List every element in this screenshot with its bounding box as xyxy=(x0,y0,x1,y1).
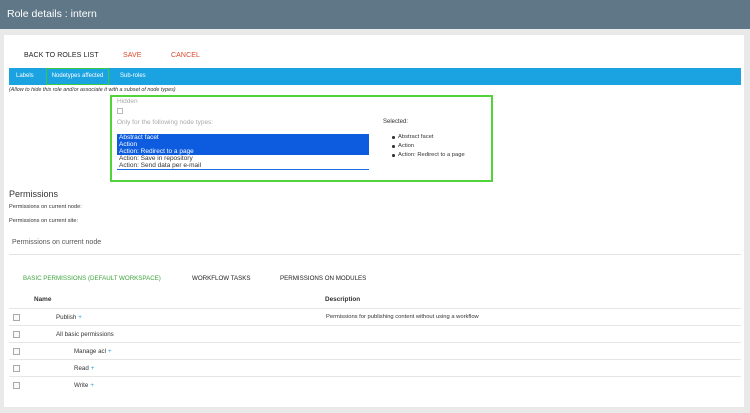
nodetype-option[interactable]: Action: Redirect to a page xyxy=(117,148,369,155)
selected-nodetype-item: Abstract facet xyxy=(391,133,465,142)
save-button[interactable]: SAVE xyxy=(123,52,142,59)
permission-row: Manage acl + xyxy=(9,342,741,360)
permissions-section-header: Permissions on current node xyxy=(9,231,741,255)
selected-nodetypes-list: Abstract facet Action Action: Redirect t… xyxy=(391,133,465,160)
nodetype-option[interactable]: Action: Save in repository xyxy=(117,155,369,162)
nodetypes-help-note: (Allow to hide this role and/or associat… xyxy=(9,87,176,93)
hidden-label: Hidden xyxy=(117,98,138,105)
selected-nodetype-item: Action xyxy=(391,142,465,151)
role-details-panel: BACK TO ROLES LIST SAVE CANCEL Labels No… xyxy=(4,35,744,407)
back-to-roles-button[interactable]: BACK TO ROLES LIST xyxy=(24,52,99,59)
subtab-permissions-on-modules[interactable]: PERMISSIONS ON MODULES xyxy=(280,275,366,282)
subtab-workflow-tasks[interactable]: WORKFLOW TASKS xyxy=(192,275,251,282)
nodetypes-highlight-box: Hidden Only for the following node types… xyxy=(110,95,493,182)
column-header-description: Description xyxy=(325,296,361,303)
permission-checkbox[interactable] xyxy=(13,331,20,338)
permission-checkbox[interactable] xyxy=(13,382,20,389)
tab-bar: Labels Nodetypes affected Sub-roles xyxy=(9,68,741,85)
permission-checkbox[interactable] xyxy=(13,348,20,355)
expand-plus-icon[interactable]: + xyxy=(108,348,112,355)
permission-row: All basic permissions xyxy=(9,325,741,343)
selected-label: Selected: xyxy=(383,119,409,125)
only-nodetypes-label: Only for the following node types: xyxy=(117,119,214,126)
permission-name: Publish + xyxy=(56,314,82,321)
window-title: Role details : intern xyxy=(7,8,97,20)
permission-name: All basic permissions xyxy=(56,331,114,338)
expand-plus-icon[interactable]: + xyxy=(91,365,95,372)
permission-row: Write + xyxy=(9,376,741,394)
hidden-checkbox[interactable] xyxy=(117,108,123,114)
permission-description: Permissions for publishing content witho… xyxy=(326,314,479,320)
tab-sub-roles[interactable]: Sub-roles xyxy=(120,68,146,85)
subtab-basic-permissions[interactable]: BASIC PERMISSIONS (DEFAULT WORKSPACE) xyxy=(23,275,161,282)
permissions-title: Permissions xyxy=(9,189,59,199)
nodetype-option[interactable]: Action: Send data per e-mail xyxy=(117,162,369,169)
permission-row: Publish + Permissions for publishing cont… xyxy=(9,308,741,326)
expand-plus-icon[interactable]: + xyxy=(78,314,82,321)
column-header-name: Name xyxy=(34,296,52,303)
action-bar: BACK TO ROLES LIST SAVE CANCEL xyxy=(4,49,744,63)
nodetypes-multiselect[interactable]: Abstract facet Action Action: Redirect t… xyxy=(117,134,369,170)
permission-name: Manage acl + xyxy=(74,348,112,355)
tab-nodetypes-affected[interactable]: Nodetypes affected xyxy=(46,68,109,85)
permissions-on-node-label: Permissions on current node: xyxy=(9,204,82,210)
nodetype-option[interactable]: Abstract facet xyxy=(117,134,369,141)
window-titlebar: Role details : intern xyxy=(0,0,750,29)
permissions-section-title: Permissions on current node xyxy=(12,239,102,246)
permission-name: Write + xyxy=(74,382,94,389)
permission-checkbox[interactable] xyxy=(13,365,20,372)
cancel-button[interactable]: CANCEL xyxy=(171,52,200,59)
permission-checkbox[interactable] xyxy=(13,314,20,321)
permissions-on-site-label: Permissions on current site: xyxy=(9,218,79,224)
expand-plus-icon[interactable]: + xyxy=(90,382,94,389)
selected-nodetype-item: Action: Redirect to a page xyxy=(391,151,465,160)
nodetype-option[interactable]: Action xyxy=(117,141,369,148)
tab-labels[interactable]: Labels xyxy=(16,68,34,85)
permission-row: Read + xyxy=(9,359,741,377)
permission-name: Read + xyxy=(74,365,95,372)
